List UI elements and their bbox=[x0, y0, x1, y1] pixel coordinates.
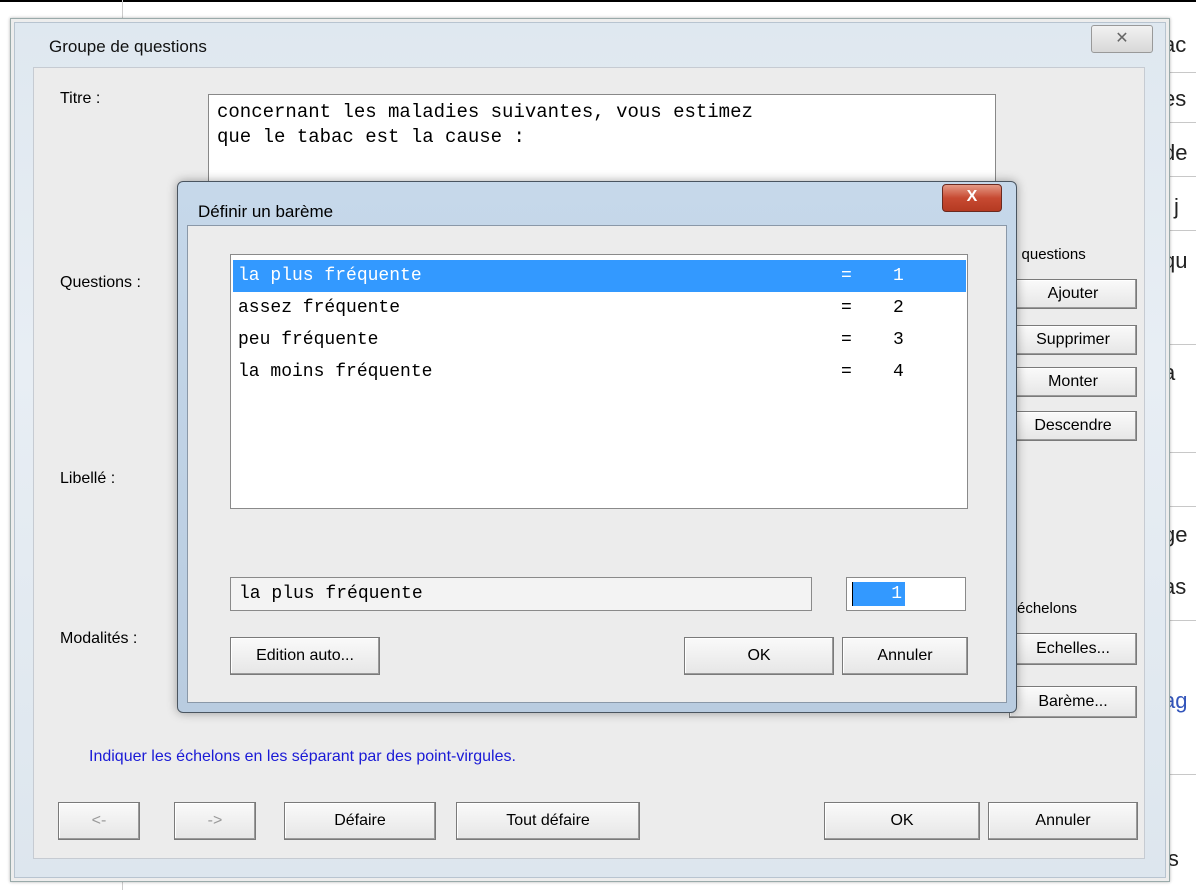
titre-label: Titre : bbox=[60, 90, 101, 107]
item-label: la moins fréquente bbox=[238, 362, 433, 382]
item-value: 2 bbox=[893, 298, 904, 318]
item-equals: = bbox=[841, 330, 852, 350]
next-button[interactable]: -> bbox=[174, 802, 256, 840]
annuler-button[interactable]: Annuler bbox=[988, 802, 1138, 840]
ajouter-button[interactable]: Ajouter bbox=[1009, 279, 1137, 309]
item-label: peu fréquente bbox=[238, 330, 379, 350]
item-label: assez fréquente bbox=[238, 298, 401, 318]
value-edit-text: 1 bbox=[853, 582, 905, 606]
close-button[interactable]: X bbox=[942, 184, 1002, 212]
list-item[interactable]: assez fréquente = 2 bbox=[233, 292, 966, 324]
close-icon: X bbox=[966, 188, 978, 205]
item-equals: = bbox=[841, 298, 852, 318]
supprimer-button[interactable]: Supprimer bbox=[1009, 325, 1137, 355]
monter-button[interactable]: Monter bbox=[1009, 367, 1137, 397]
questions-label: Questions : bbox=[60, 274, 141, 291]
annuler-button[interactable]: Annuler bbox=[842, 637, 968, 675]
libelle-label: Libellé : bbox=[60, 470, 116, 487]
definir-bareme-dialog: Définir un barème X la plus fréquente = … bbox=[177, 181, 1017, 713]
item-value: 4 bbox=[893, 362, 904, 382]
top-border bbox=[0, 0, 1196, 2]
modalites-label: Modalités : bbox=[60, 630, 138, 647]
edition-auto-button[interactable]: Edition auto... bbox=[230, 637, 380, 675]
dialog-body: la plus fréquente = 1 assez fréquente = … bbox=[187, 225, 1007, 703]
defaire-button[interactable]: Défaire bbox=[284, 802, 436, 840]
text-caret bbox=[852, 582, 853, 606]
echelles-button[interactable]: Echelles... bbox=[1009, 633, 1137, 665]
item-value: 3 bbox=[893, 330, 904, 350]
label-edit-field[interactable]: la plus fréquente bbox=[230, 577, 812, 611]
dialog-title: Définir un barème bbox=[198, 202, 334, 221]
item-equals: = bbox=[841, 266, 852, 286]
questions-count: 5 questions bbox=[1009, 246, 1086, 263]
bg-divider bbox=[122, 0, 123, 18]
dialog-title: Groupe de questions bbox=[49, 37, 207, 56]
bareme-button[interactable]: Barème... bbox=[1009, 686, 1137, 718]
ok-button[interactable]: OK bbox=[824, 802, 980, 840]
titre-textarea[interactable]: concernant les maladies suivantes, vous … bbox=[208, 94, 996, 190]
list-item[interactable]: peu fréquente = 3 bbox=[233, 324, 966, 356]
list-item[interactable]: la plus fréquente = 1 bbox=[233, 260, 966, 292]
tout-defaire-button[interactable]: Tout défaire bbox=[456, 802, 640, 840]
item-label: la plus fréquente bbox=[238, 266, 422, 286]
bareme-list[interactable]: la plus fréquente = 1 assez fréquente = … bbox=[230, 254, 968, 509]
echelons-label: échelons bbox=[1017, 600, 1078, 617]
item-equals: = bbox=[841, 362, 852, 382]
close-icon: ✕ bbox=[1115, 30, 1129, 47]
item-value: 1 bbox=[893, 266, 904, 286]
value-edit-field[interactable]: 1 bbox=[846, 577, 966, 611]
descendre-button[interactable]: Descendre bbox=[1009, 411, 1137, 441]
hint-text: Indiquer les échelons en les séparant pa… bbox=[89, 748, 516, 765]
list-item[interactable]: la moins fréquente = 4 bbox=[233, 356, 966, 388]
ok-button[interactable]: OK bbox=[684, 637, 834, 675]
close-button[interactable]: ✕ bbox=[1091, 25, 1153, 53]
previous-button[interactable]: <- bbox=[58, 802, 140, 840]
